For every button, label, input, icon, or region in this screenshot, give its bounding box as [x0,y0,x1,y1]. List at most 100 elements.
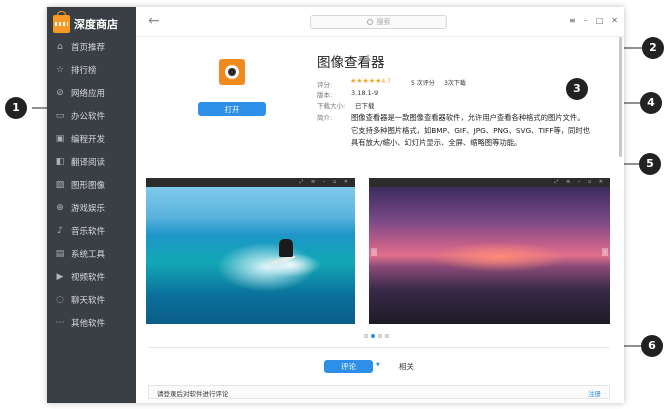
screenshot-titlebar: ⤢ ≡ – ▫ ✕ [369,178,610,187]
app-icon [219,59,245,85]
sidebar-item-label: 音乐软件 [71,227,106,237]
window-controls: ≡ – □ ✕ [569,16,618,25]
pager-dot[interactable] [385,334,389,338]
rating-label: 评分: [317,81,333,89]
version-label: 版本: [317,91,333,99]
brand: 深度商店 [53,11,118,34]
sidebar-item-office[interactable]: ▭ 办公软件 [47,105,136,127]
rating-value: 4.7 [381,78,391,85]
pager-dot-active[interactable] [371,334,375,338]
callout-4: 4 [640,92,662,114]
brand-title: 深度商店 [74,18,118,31]
app-name: 图像查看器 [317,55,385,71]
more-icon: ⋯ [55,318,65,328]
sidebar: 深度商店 ⌂ 首页推荐 ☆ 排行榜 ⊘ 网络应用 ▭ 办公软件 ▣ 编程开发 ◧ 翻译阅读 … [47,7,136,403]
back-arrow-icon[interactable]: ← [148,13,160,29]
sidebar-item-label: 首页推荐 [71,43,106,53]
sidebar-item-home[interactable]: ⌂ 首页推荐 [47,36,136,58]
sidebar-item-label: 办公软件 [71,112,106,122]
sidebar-item-games[interactable]: ⊕ 游戏娱乐 [47,197,136,219]
sidebar-item-label: 排行榜 [71,66,97,76]
screenshot-pager [364,334,389,338]
size-value: 已下载 [355,102,375,110]
tools-icon: ▤ [55,249,65,259]
search-placeholder: 搜索 [376,18,391,26]
chat-icon: ◌ [56,295,64,305]
code-icon: ▣ [55,134,65,144]
sidebar-item-other[interactable]: ⋯ 其他软件 [47,312,136,334]
size-label: 下载大小: [317,102,346,110]
search-input[interactable]: 搜索 [310,15,447,29]
document-icon: ▭ [55,111,65,121]
next-arrow-icon[interactable]: › [602,248,608,256]
sidebar-item-label: 视频软件 [71,273,106,283]
sidebar-item-system-tools[interactable]: ▤ 系统工具 [47,243,136,265]
sidebar-item-label: 图形图像 [71,181,106,191]
sidebar-item-network[interactable]: ⊘ 网络应用 [47,82,136,104]
viewer-window-controls: ⤢ ≡ – ▫ ✕ [299,179,351,185]
comment-login-bar: 请登录后对软件进行评论 注册 [148,385,610,399]
surfer-figure [279,239,293,257]
sidebar-item-label: 翻译阅读 [71,158,106,168]
sidebar-item-label: 游戏娱乐 [71,204,106,214]
image-icon: ▨ [55,180,65,190]
titlebar: ← 搜索 ≡ – □ ✕ [136,7,624,37]
callout-5: 5 [639,153,661,175]
screenshot-titlebar: ⤢ ≡ – ▫ ✕ [146,178,355,187]
app-store-window: 深度商店 ⌂ 首页推荐 ☆ 排行榜 ⊘ 网络应用 ▭ 办公软件 ▣ 编程开发 ◧ 翻译阅读 … [47,7,624,403]
sidebar-item-music[interactable]: ♪ 音乐软件 [47,220,136,242]
sidebar-item-reading[interactable]: ◧ 翻译阅读 [47,151,136,173]
minimize-icon[interactable]: – [584,16,588,25]
ratings-count: 5 次评分 [411,80,435,87]
menu-icon[interactable]: ≡ [569,16,576,25]
sidebar-item-programming[interactable]: ▣ 编程开发 [47,128,136,150]
close-icon[interactable]: ✕ [611,16,618,25]
globe-icon: ⊘ [56,88,64,98]
sidebar-item-chat[interactable]: ◌ 聊天软件 [47,289,136,311]
star-icon: ☆ [55,65,65,75]
gamepad-icon: ⊕ [56,203,64,213]
version-value: 3.18.1-9 [351,89,379,97]
book-icon: ◧ [55,157,65,167]
screenshot-sunset[interactable]: ⤢ ≡ – ▫ ✕ ‹ › [369,178,610,324]
sidebar-item-label: 系统工具 [71,250,106,260]
tab-related[interactable]: 相关 [399,361,414,372]
rating-stars[interactable]: ★★★★★4.7 [350,77,391,85]
pager-dot[interactable] [364,334,368,338]
sidebar-item-label: 编程开发 [71,135,106,145]
maximize-icon[interactable]: □ [596,16,604,25]
tab-comments[interactable]: 评论 [324,360,373,373]
chevron-down-icon: ▼ [376,362,380,368]
scrollbar[interactable] [619,37,622,157]
screenshot-surfer[interactable]: ⤢ ≡ – ▫ ✕ [146,178,355,324]
sidebar-item-label: 聊天软件 [71,296,106,306]
description-label: 简介: [317,114,333,122]
main-content: ← 搜索 ≡ – □ ✕ 打开 图像查看器 评分: ★★★★★4.7 5 次评分… [136,7,624,403]
sidebar-item-video[interactable]: ▶ 视频软件 [47,266,136,288]
download-count: 3次下载 [444,80,466,87]
eye-icon [225,65,239,79]
music-icon: ♪ [57,226,63,236]
video-icon: ▶ [56,272,64,282]
callout-2: 2 [642,37,664,59]
app-description: 图像查看器是一款图像查看器软件，允许用户查看各种格式的图片文件。它支持多种图片格… [351,113,590,147]
store-bag-icon [53,11,70,33]
callout-3: 3 [566,78,588,100]
callout-1: 1 [5,97,27,119]
surfer-photo [146,187,355,324]
sunset-photo [369,187,610,324]
divider [148,347,610,348]
viewer-window-controls: ⤢ ≡ – ▫ ✕ [554,179,606,185]
sidebar-item-graphics[interactable]: ▨ 图形图像 [47,174,136,196]
register-link[interactable]: 注册 [588,388,601,398]
open-button[interactable]: 打开 [198,102,266,116]
prev-arrow-icon[interactable]: ‹ [371,248,377,256]
sidebar-item-ranking[interactable]: ☆ 排行榜 [47,59,136,81]
search-icon [366,19,373,25]
sidebar-item-label: 其他软件 [71,319,106,329]
home-icon: ⌂ [57,42,63,52]
login-message: 请登录后对软件进行评论 [157,390,229,398]
sidebar-item-label: 网络应用 [71,89,106,99]
pager-dot[interactable] [378,334,382,338]
callout-6: 6 [641,335,663,357]
